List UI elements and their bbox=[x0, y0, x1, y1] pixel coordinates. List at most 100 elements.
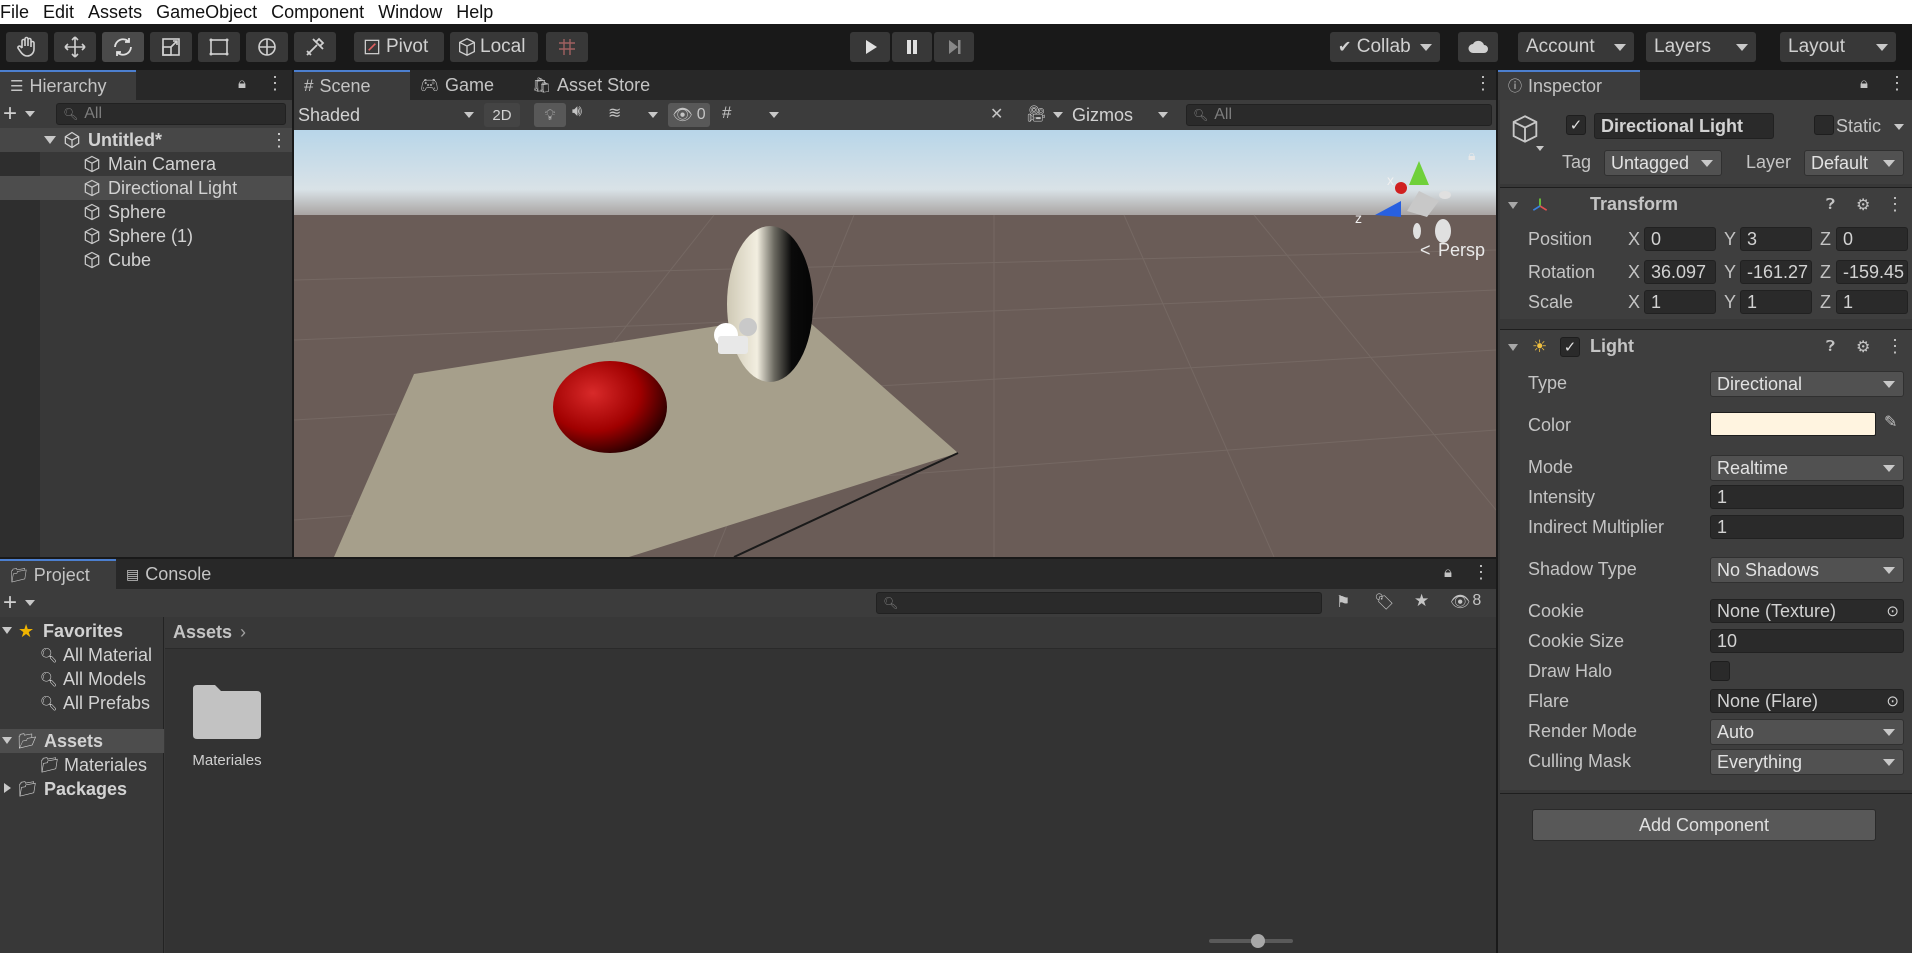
local-toggle[interactable]: Local bbox=[450, 32, 538, 62]
folder-tile[interactable]: Materiales bbox=[187, 681, 267, 781]
scene-viewport[interactable]: x z 🔒︎ Persp < bbox=[294, 130, 1496, 557]
draw-halo-checkbox[interactable] bbox=[1710, 661, 1730, 681]
account-dropdown[interactable]: Account bbox=[1518, 32, 1634, 62]
hidden-packages-toggle[interactable]: 👁︎ 8 bbox=[1450, 592, 1481, 612]
x-axis-label[interactable]: X bbox=[1628, 229, 1640, 250]
custom-tool-button[interactable] bbox=[294, 32, 336, 62]
filter-type-icon[interactable]: ⚑ bbox=[1336, 592, 1350, 612]
active-checkbox[interactable]: ✓ bbox=[1566, 115, 1586, 135]
favorite-item[interactable]: 🔍︎ All Prefabs bbox=[0, 691, 164, 715]
cloud-button[interactable] bbox=[1458, 32, 1498, 62]
color-swatch[interactable] bbox=[1710, 412, 1876, 436]
hierarchy-item-main-camera[interactable]: Main Camera bbox=[0, 152, 292, 176]
culling-mask-dropdown[interactable]: Everything bbox=[1710, 749, 1904, 775]
presets-icon[interactable]: ⚙︎ bbox=[1856, 337, 1870, 357]
shading-dropdown[interactable]: Shaded bbox=[298, 103, 474, 127]
hand-tool-button[interactable] bbox=[6, 32, 48, 62]
transform-tool-button[interactable] bbox=[246, 32, 288, 62]
chevron-down-icon[interactable] bbox=[25, 600, 35, 606]
expand-arrow-icon[interactable] bbox=[2, 737, 12, 744]
expand-arrow-icon[interactable] bbox=[1508, 344, 1518, 351]
chevron-down-icon[interactable] bbox=[1053, 112, 1063, 118]
light-enabled-checkbox[interactable]: ✓ bbox=[1560, 337, 1580, 357]
play-button[interactable] bbox=[850, 32, 890, 62]
kebab-menu-icon[interactable]: ⋮ bbox=[270, 130, 288, 151]
tab-hierarchy[interactable]: ☰ Hierarchy bbox=[0, 70, 136, 100]
favorites-row[interactable]: ★ Favorites bbox=[0, 619, 164, 643]
help-icon[interactable]: ❓︎ bbox=[1826, 338, 1835, 355]
expand-arrow-icon[interactable] bbox=[44, 136, 56, 144]
add-component-button[interactable]: Add Component bbox=[1532, 809, 1876, 841]
grid-snap-button[interactable] bbox=[546, 32, 588, 62]
light-header[interactable]: ☀︎ ✓ Light ❓︎ ⚙︎ ⋮ bbox=[1500, 329, 1912, 363]
hierarchy-item-sphere-1[interactable]: Sphere (1) bbox=[0, 224, 292, 248]
zoom-slider-thumb[interactable] bbox=[1251, 934, 1265, 948]
tab-asset-store[interactable]: 🛍︎ Asset Store bbox=[522, 70, 662, 100]
layers-dropdown[interactable]: Layers bbox=[1646, 32, 1756, 62]
y-axis-label[interactable]: Y bbox=[1724, 262, 1736, 283]
position-z-input[interactable]: 0 bbox=[1836, 227, 1908, 251]
kebab-menu-icon[interactable]: ⋮ bbox=[1474, 73, 1492, 94]
camera-icon[interactable]: 🎥︎ bbox=[1026, 104, 1046, 124]
mode-dropdown[interactable]: Realtime bbox=[1710, 455, 1904, 481]
chevron-down-icon[interactable] bbox=[769, 112, 779, 118]
menu-edit[interactable]: Edit bbox=[43, 2, 88, 23]
hidden-objects-toggle[interactable]: 👁︎ 0 bbox=[668, 103, 710, 127]
hierarchy-search-input[interactable]: 🔍︎ All bbox=[56, 103, 286, 125]
favorite-item[interactable]: 🔍︎ All Material bbox=[0, 643, 164, 667]
gizmos-dropdown[interactable]: Gizmos bbox=[1072, 103, 1168, 127]
persp-label[interactable]: Persp bbox=[1438, 240, 1485, 260]
indirect-multiplier-input[interactable]: 1 bbox=[1710, 515, 1904, 539]
rotate-tool-button[interactable] bbox=[102, 32, 144, 62]
rotation-z-input[interactable]: -159.45 bbox=[1836, 260, 1908, 284]
render-mode-dropdown[interactable]: Auto bbox=[1710, 719, 1904, 745]
breadcrumb-assets[interactable]: Assets bbox=[173, 622, 232, 643]
y-axis-label[interactable]: Y bbox=[1724, 229, 1736, 250]
position-x-input[interactable]: 0 bbox=[1644, 227, 1716, 251]
lock-icon[interactable]: 🔒︎ bbox=[1860, 75, 1868, 92]
zoom-slider[interactable] bbox=[1209, 934, 1293, 948]
menu-help[interactable]: Help bbox=[456, 2, 501, 23]
transform-header[interactable]: Transform ❓︎ ⚙︎ ⋮ bbox=[1500, 187, 1912, 221]
lighting-toggle-icon[interactable]: 💡︎ bbox=[534, 103, 566, 127]
expand-arrow-icon[interactable] bbox=[1508, 202, 1518, 209]
eyedropper-icon[interactable]: ✎ bbox=[1884, 412, 1897, 432]
chevron-down-icon[interactable] bbox=[1536, 146, 1544, 151]
step-button[interactable] bbox=[934, 32, 974, 62]
grid-toggle-icon[interactable]: # bbox=[722, 103, 731, 123]
effects-toggle-icon[interactable]: ≋ bbox=[608, 103, 621, 123]
project-search-input[interactable]: 🔍︎ bbox=[876, 592, 1322, 614]
lock-icon[interactable]: 🔒︎ bbox=[1444, 564, 1452, 581]
tab-console[interactable]: ▤ Console bbox=[116, 559, 236, 589]
menu-component[interactable]: Component bbox=[271, 2, 378, 23]
tools-icon[interactable]: ✕ bbox=[990, 104, 1003, 124]
chevron-down-icon[interactable] bbox=[1894, 124, 1904, 130]
scale-tool-button[interactable] bbox=[150, 32, 192, 62]
menu-window[interactable]: Window bbox=[378, 2, 456, 23]
x-axis-label[interactable]: X bbox=[1628, 262, 1640, 283]
menu-file[interactable]: File bbox=[0, 2, 43, 23]
rotation-y-input[interactable]: -161.27 bbox=[1740, 260, 1812, 284]
intensity-input[interactable]: 1 bbox=[1710, 485, 1904, 509]
y-axis-label[interactable]: Y bbox=[1724, 292, 1736, 313]
scene-search-input[interactable]: 🔍︎ All bbox=[1186, 104, 1492, 126]
z-axis-label[interactable]: Z bbox=[1820, 229, 1831, 250]
flare-object-field[interactable]: None (Flare) ⊙ bbox=[1710, 689, 1904, 713]
layer-dropdown[interactable]: Default bbox=[1804, 150, 1904, 176]
shadow-type-dropdown[interactable]: No Shadows bbox=[1710, 557, 1904, 583]
kebab-menu-icon[interactable]: ⋮ bbox=[1472, 562, 1490, 583]
kebab-menu-icon[interactable]: ⋮ bbox=[266, 73, 284, 94]
layout-dropdown[interactable]: Layout bbox=[1780, 32, 1896, 62]
object-name-input[interactable]: Directional Light bbox=[1594, 113, 1774, 139]
hierarchy-item-sphere[interactable]: Sphere bbox=[0, 200, 292, 224]
lock-icon[interactable]: 🔒︎ bbox=[1468, 147, 1475, 163]
star-icon[interactable]: ★ bbox=[1414, 591, 1429, 611]
mode-2d-toggle[interactable]: 2D bbox=[484, 103, 520, 127]
tag-dropdown[interactable]: Untagged bbox=[1604, 150, 1722, 176]
kebab-menu-icon[interactable]: ⋮ bbox=[1888, 73, 1906, 94]
tab-scene[interactable]: # Scene bbox=[294, 70, 410, 100]
position-y-input[interactable]: 3 bbox=[1740, 227, 1812, 251]
collapse-arrow-icon[interactable] bbox=[4, 783, 11, 793]
add-plus-icon[interactable]: + bbox=[3, 100, 17, 128]
type-dropdown[interactable]: Directional bbox=[1710, 371, 1904, 397]
